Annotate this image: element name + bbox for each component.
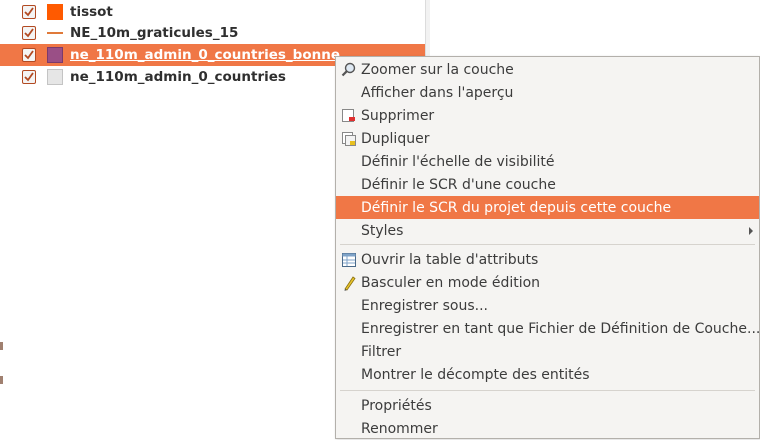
remove-layer-icon [341, 108, 357, 124]
checkmark-icon [24, 72, 34, 82]
attribute-table-icon [341, 252, 357, 268]
menu-item-save-as-layer-definition[interactable]: Enregistrer en tant que Fichier de Défin… [336, 317, 760, 340]
menu-item-duplicate[interactable]: Dupliquer [336, 127, 759, 150]
layer-name: tissot [70, 4, 113, 20]
layer-name: ne_110m_admin_0_countries [70, 69, 286, 85]
menu-item-open-attribute-table[interactable]: Ouvrir la table d'attributs [336, 248, 759, 271]
layer-context-menu: Zoomer sur la couche Afficher dans l'ape… [335, 56, 760, 439]
menu-item-remove[interactable]: Supprimer [336, 104, 759, 127]
layer-visibility-checkbox[interactable] [22, 48, 36, 62]
layer-symbol-swatch [47, 4, 63, 20]
menu-item-save-as[interactable]: Enregistrer sous... [336, 294, 759, 317]
menu-item-set-visibility-scale[interactable]: Définir l'échelle de visibilité [336, 150, 759, 173]
menu-item-set-project-crs-from-layer[interactable]: Définir le SCR du projet depuis cette co… [336, 196, 759, 219]
menu-item-rename[interactable]: Renommer [336, 417, 759, 440]
menu-item-properties[interactable]: Propriétés [336, 394, 759, 417]
layer-row-tissot[interactable]: tissot [0, 1, 425, 23]
menu-item-zoom-to-layer[interactable]: Zoomer sur la couche [336, 58, 759, 81]
checkmark-icon [24, 28, 34, 38]
menu-separator [340, 390, 755, 391]
layer-visibility-checkbox[interactable] [22, 5, 36, 19]
menu-item-toggle-editing[interactable]: Basculer en mode édition [336, 271, 759, 294]
panel-edge-mark [0, 376, 3, 384]
menu-item-show-in-overview[interactable]: Afficher dans l'aperçu [336, 81, 759, 104]
menu-item-styles[interactable]: Styles [336, 219, 759, 242]
layer-line-symbol [47, 32, 63, 34]
layer-row-graticules[interactable]: NE_10m_graticules_15 [0, 22, 425, 44]
layer-symbol-swatch [47, 47, 63, 63]
layer-visibility-checkbox[interactable] [22, 26, 36, 40]
layer-visibility-checkbox[interactable] [22, 70, 36, 84]
layer-name: ne_110m_admin_0_countries_bonne [70, 47, 340, 63]
checkmark-icon [24, 50, 34, 60]
layer-name: NE_10m_graticules_15 [70, 25, 239, 41]
menu-item-filter[interactable]: Filtrer [336, 340, 759, 363]
zoom-icon [341, 62, 357, 78]
menu-separator [340, 244, 755, 245]
panel-edge-mark [0, 342, 3, 350]
submenu-arrow-icon [749, 227, 753, 235]
checkmark-icon [24, 7, 34, 17]
menu-item-set-layer-crs[interactable]: Définir le SCR d'une couche [336, 173, 759, 196]
menu-item-show-feature-count[interactable]: Montrer le décompte des entités [336, 363, 759, 386]
pencil-icon [341, 275, 357, 291]
layer-symbol-swatch [47, 69, 63, 85]
duplicate-layer-icon [341, 131, 357, 147]
